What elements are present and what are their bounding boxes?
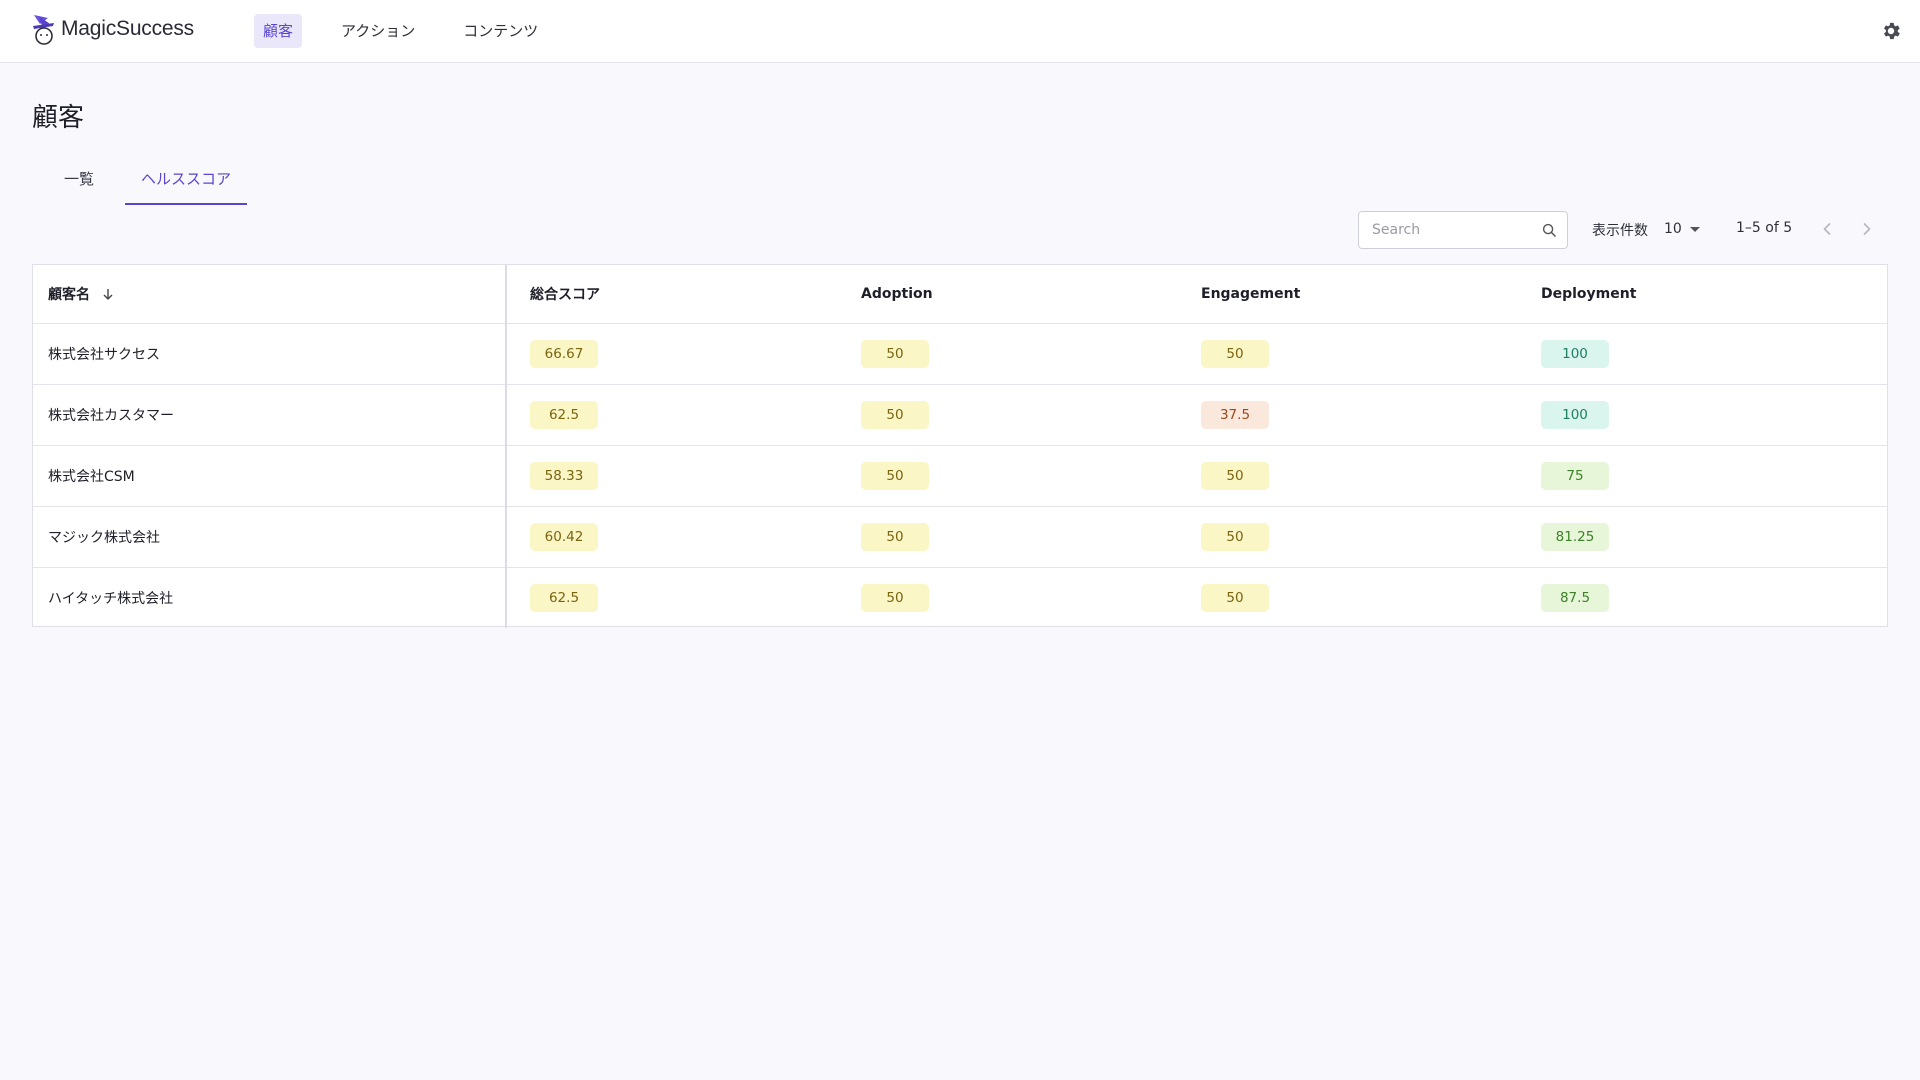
gear-icon[interactable] bbox=[1880, 20, 1902, 42]
wizard-logo-icon bbox=[33, 15, 54, 45]
score-chip: 50 bbox=[861, 522, 929, 551]
score-chip: 81.25 bbox=[1541, 522, 1609, 551]
per-page-select[interactable]: 10 bbox=[1664, 214, 1700, 244]
table-row[interactable]: 株式会社カスタマー 62.5 50 37.5 100 bbox=[33, 384, 1887, 445]
health-score-table: 顧客名 総合スコア Adoption Engagement Deployment… bbox=[32, 264, 1888, 628]
sort-arrow-down-icon[interactable] bbox=[101, 287, 115, 301]
header-label: 顧客名 bbox=[48, 286, 90, 303]
table-row[interactable]: マジック株式会社 60.42 50 50 81.25 bbox=[33, 506, 1887, 567]
score-chip: 50 bbox=[1201, 339, 1269, 368]
score-chip: 50 bbox=[1201, 583, 1269, 612]
cell-customer-name[interactable]: 株式会社サクセス bbox=[33, 323, 507, 384]
score-chip: 50 bbox=[1201, 461, 1269, 490]
nav-item-contents[interactable]: コンテンツ bbox=[454, 14, 547, 48]
score-chip: 100 bbox=[1541, 339, 1609, 368]
score-chip: 60.42 bbox=[530, 522, 598, 551]
table-row[interactable]: 株式会社CSM 58.33 50 50 75 bbox=[33, 445, 1887, 506]
table-row[interactable]: 株式会社サクセス 66.67 50 50 100 bbox=[33, 323, 1887, 384]
score-chip: 62.5 bbox=[530, 400, 598, 429]
per-page-label: 表示件数 bbox=[1592, 223, 1648, 239]
score-chip: 62.5 bbox=[530, 583, 598, 612]
score-chip: 50 bbox=[861, 461, 929, 490]
caret-down-icon bbox=[1689, 226, 1700, 232]
score-chip: 50 bbox=[861, 400, 929, 429]
nav-item-actions[interactable]: アクション bbox=[332, 14, 424, 48]
search-box bbox=[1358, 211, 1568, 249]
search-input[interactable] bbox=[1359, 212, 1529, 248]
chevron-left-icon[interactable] bbox=[1815, 217, 1839, 241]
table-header-row: 顧客名 総合スコア Adoption Engagement Deployment bbox=[33, 265, 1887, 323]
main-nav: 顧客 アクション コンテンツ bbox=[254, 14, 569, 48]
brand-name: MagicSuccess bbox=[61, 17, 194, 40]
header-total-score[interactable]: 総合スコア bbox=[506, 265, 861, 323]
cell-customer-name[interactable]: 株式会社カスタマー bbox=[33, 384, 507, 445]
score-chip: 66.67 bbox=[530, 339, 598, 368]
score-chip: 37.5 bbox=[1201, 400, 1269, 429]
header-adoption[interactable]: Adoption bbox=[861, 265, 1201, 323]
score-chip: 50 bbox=[861, 339, 929, 368]
nav-item-customers[interactable]: 顧客 bbox=[254, 14, 303, 48]
score-chip: 75 bbox=[1541, 461, 1609, 490]
score-chip: 58.33 bbox=[530, 461, 598, 490]
top-navbar: MagicSuccess 顧客 アクション コンテンツ bbox=[0, 0, 1920, 63]
score-chip: 50 bbox=[861, 583, 929, 612]
tab-bar: 一覧 ヘルススコア bbox=[48, 165, 262, 205]
search-icon[interactable] bbox=[1542, 223, 1557, 238]
table-row[interactable]: ハイタッチ株式会社 62.5 50 50 87.5 bbox=[33, 567, 1887, 628]
score-chip: 87.5 bbox=[1541, 583, 1609, 612]
score-chip: 100 bbox=[1541, 400, 1609, 429]
score-chip: 50 bbox=[1201, 522, 1269, 551]
header-engagement[interactable]: Engagement bbox=[1201, 265, 1541, 323]
header-deployment[interactable]: Deployment bbox=[1541, 265, 1887, 323]
brand[interactable]: MagicSuccess bbox=[30, 12, 194, 46]
cell-customer-name[interactable]: マジック株式会社 bbox=[33, 506, 507, 567]
tab-list[interactable]: 一覧 bbox=[48, 165, 110, 205]
cell-customer-name[interactable]: 株式会社CSM bbox=[33, 445, 507, 506]
tab-health-score[interactable]: ヘルススコア bbox=[125, 165, 248, 205]
per-page-value: 10 bbox=[1664, 221, 1682, 237]
pagination-range: 1–5 of 5 bbox=[1736, 220, 1793, 236]
cell-customer-name[interactable]: ハイタッチ株式会社 bbox=[33, 567, 507, 628]
header-customer-name[interactable]: 顧客名 bbox=[33, 265, 507, 323]
page-title: 顧客 bbox=[32, 103, 85, 133]
chevron-right-icon[interactable] bbox=[1855, 217, 1879, 241]
